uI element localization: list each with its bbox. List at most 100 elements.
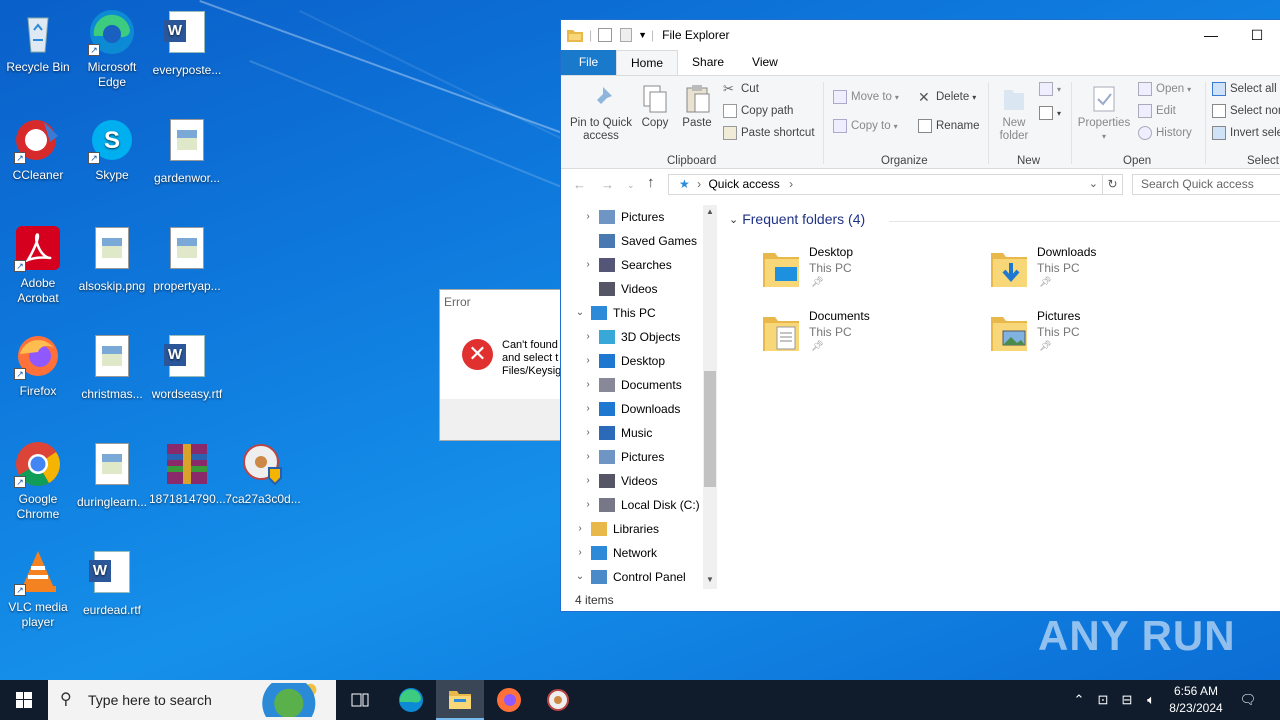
folder-tile-pictures[interactable]: Pictures This PC 📌︎ (989, 309, 1209, 365)
chevron-right-icon[interactable]: › (583, 493, 593, 517)
nav-item-network[interactable]: › Network (561, 541, 717, 565)
up-button[interactable]: ↑ (647, 174, 655, 191)
chevron-down-icon[interactable]: ⌄ (575, 301, 585, 325)
defender-tray-icon[interactable]: ⊡ (1092, 680, 1114, 720)
navigation-scrollbar[interactable]: ▲ ▼ (703, 205, 717, 589)
properties-button[interactable]: Properties ▾ (1075, 84, 1133, 143)
volume-tray-icon[interactable]: 🔈︎ (1140, 680, 1162, 720)
scroll-down-icon[interactable]: ▼ (703, 575, 717, 584)
open-button[interactable]: Open ▾ (1138, 82, 1191, 96)
copy-to-button[interactable]: Copy to ▾ (833, 119, 898, 133)
taskbar-edge-button[interactable] (387, 680, 435, 720)
desktop-icon-acrobat[interactable]: ↗ Adobe Acrobat (0, 224, 76, 306)
desktop-icon-duringlearn[interactable]: duringlearn... (74, 440, 150, 510)
properties-quick-icon[interactable] (598, 28, 613, 42)
nav-item-pictures[interactable]: › Pictures (561, 445, 717, 469)
maximize-button[interactable]: ☐ (1234, 20, 1280, 50)
desktop-icon-archive[interactable]: 1871814790... (149, 440, 226, 507)
taskbar-file-explorer-button[interactable] (436, 680, 484, 720)
paste-button[interactable]: Paste (679, 84, 715, 130)
new-folder-quick-icon[interactable] (620, 28, 633, 42)
nav-item-downloads[interactable]: › Downloads (561, 397, 717, 421)
title-bar[interactable]: | ▼ | File Explorer — ☐ (561, 20, 1280, 50)
desktop-icon-firefox[interactable]: ↗ Firefox (0, 332, 76, 399)
copy-button[interactable]: Copy (637, 84, 673, 130)
nav-item-local-disk-c[interactable]: › Local Disk (C:) (561, 493, 717, 517)
taskbar-search-box[interactable]: ⚲ Type here to search (48, 680, 336, 720)
select-none-button[interactable]: Select none (1212, 104, 1280, 118)
frequent-folders-header[interactable]: ⌄ Frequent folders (4) (729, 211, 1280, 227)
desktop-icon-edge[interactable]: ↗ Microsoft Edge (74, 8, 150, 90)
task-view-button[interactable] (336, 680, 384, 720)
copy-path-button[interactable]: Copy path (723, 104, 793, 118)
nav-item-videos[interactable]: › Videos (561, 469, 717, 493)
chevron-right-icon[interactable]: › (583, 325, 593, 349)
nav-item-libraries[interactable]: › Libraries (561, 517, 717, 541)
search-input[interactable]: Search Quick access (1132, 174, 1280, 195)
desktop-icon-everyposte[interactable]: W everyposte... (149, 8, 225, 78)
desktop-icon-christmas[interactable]: christmas... (74, 332, 150, 402)
notifications-button[interactable]: 🗨︎ (1234, 680, 1262, 720)
chevron-right-icon[interactable]: › (583, 397, 593, 421)
chevron-right-icon[interactable]: › (583, 469, 593, 493)
nav-item-this-pc[interactable]: ⌄ This PC (561, 301, 717, 325)
nav-item-3d-objects[interactable]: › 3D Objects (561, 325, 717, 349)
folder-tile-downloads[interactable]: Downloads This PC 📌︎ (989, 245, 1209, 301)
tab-view[interactable]: View (738, 50, 792, 75)
nav-item-control-panel[interactable]: ⌄ Control Panel (561, 565, 717, 589)
edit-button[interactable]: Edit (1138, 104, 1176, 118)
desktop-icon-alsoskip[interactable]: alsoskip.png (74, 224, 150, 294)
nav-item-pictures[interactable]: › Pictures (561, 205, 717, 229)
nav-item-searches[interactable]: › Searches (561, 253, 717, 277)
tab-home[interactable]: Home (616, 50, 679, 75)
recent-locations-icon[interactable]: ⌄ (627, 180, 635, 191)
chevron-right-icon[interactable]: › (583, 205, 593, 229)
nav-item-desktop[interactable]: › Desktop (561, 349, 717, 373)
new-item-button[interactable]: ▾ (1039, 82, 1061, 96)
nav-item-saved-games[interactable]: Saved Games (561, 229, 717, 253)
breadcrumb-quick-access[interactable]: Quick access (708, 177, 779, 191)
taskbar-clock[interactable]: 6:56 AM 8/23/2024 (1162, 683, 1230, 717)
delete-button[interactable]: ✕ Delete ▾ (918, 90, 976, 104)
paste-shortcut-button[interactable]: Paste shortcut (723, 126, 815, 140)
pin-to-quick-access-button[interactable]: Pin to Quick access (567, 84, 635, 143)
desktop-icon-vlc[interactable]: ↗ VLC media player (0, 548, 76, 630)
address-dropdown-icon[interactable]: ⌄ (1089, 175, 1098, 194)
address-box[interactable]: ★ › Quick access › ⌄ (668, 174, 1103, 195)
network-tray-icon[interactable]: ⊟ (1116, 680, 1138, 720)
nav-item-documents[interactable]: › Documents (561, 373, 717, 397)
chevron-right-icon[interactable]: › (575, 517, 585, 541)
chevron-right-icon[interactable]: › (583, 445, 593, 469)
invert-selection-button[interactable]: Invert selection (1212, 126, 1280, 140)
quick-access-dropdown-icon[interactable]: ▼ (638, 30, 647, 40)
chevron-right-icon[interactable]: › (583, 373, 593, 397)
scrollbar-thumb[interactable] (704, 371, 716, 487)
chevron-right-icon[interactable]: › (583, 349, 593, 373)
select-all-button[interactable]: Select all (1212, 82, 1277, 96)
taskbar-installer-button[interactable] (534, 680, 582, 720)
rename-button[interactable]: Rename (918, 119, 979, 133)
desktop-icon-chrome[interactable]: ↗ Google Chrome (0, 440, 76, 522)
desktop-icon-propertyap[interactable]: propertyap... (149, 224, 225, 294)
taskbar-firefox-button[interactable] (485, 680, 533, 720)
desktop-icon-recycle-bin[interactable]: Recycle Bin (0, 8, 76, 75)
chevron-right-icon[interactable]: › (583, 421, 593, 445)
start-button[interactable] (0, 680, 48, 720)
desktop-icon-eurdead[interactable]: W eurdead.rtf (74, 548, 150, 618)
forward-button[interactable]: → (601, 177, 614, 192)
back-button[interactable]: ← (573, 177, 586, 192)
error-dialog[interactable]: Error ✕ Can't found and select t Files/K… (439, 289, 569, 441)
desktop-icon-gardenwor[interactable]: gardenwor... (149, 116, 225, 186)
scroll-up-icon[interactable]: ▲ (703, 207, 717, 216)
history-button[interactable]: History (1138, 126, 1192, 140)
cut-button[interactable]: ✂ Cut (723, 82, 759, 96)
folder-tile-desktop[interactable]: Desktop This PC 📌︎ (761, 245, 981, 301)
nav-item-videos[interactable]: Videos (561, 277, 717, 301)
folder-tile-documents[interactable]: Documents This PC 📌︎ (761, 309, 981, 365)
tab-share[interactable]: Share (678, 50, 738, 75)
nav-item-music[interactable]: › Music (561, 421, 717, 445)
minimize-button[interactable]: — (1188, 20, 1234, 50)
desktop-icon-ccleaner[interactable]: ↗ CCleaner (0, 116, 76, 183)
refresh-button[interactable]: ↻ (1102, 174, 1123, 195)
desktop-icon-wordseasy[interactable]: W wordseasy.rtf (149, 332, 225, 402)
